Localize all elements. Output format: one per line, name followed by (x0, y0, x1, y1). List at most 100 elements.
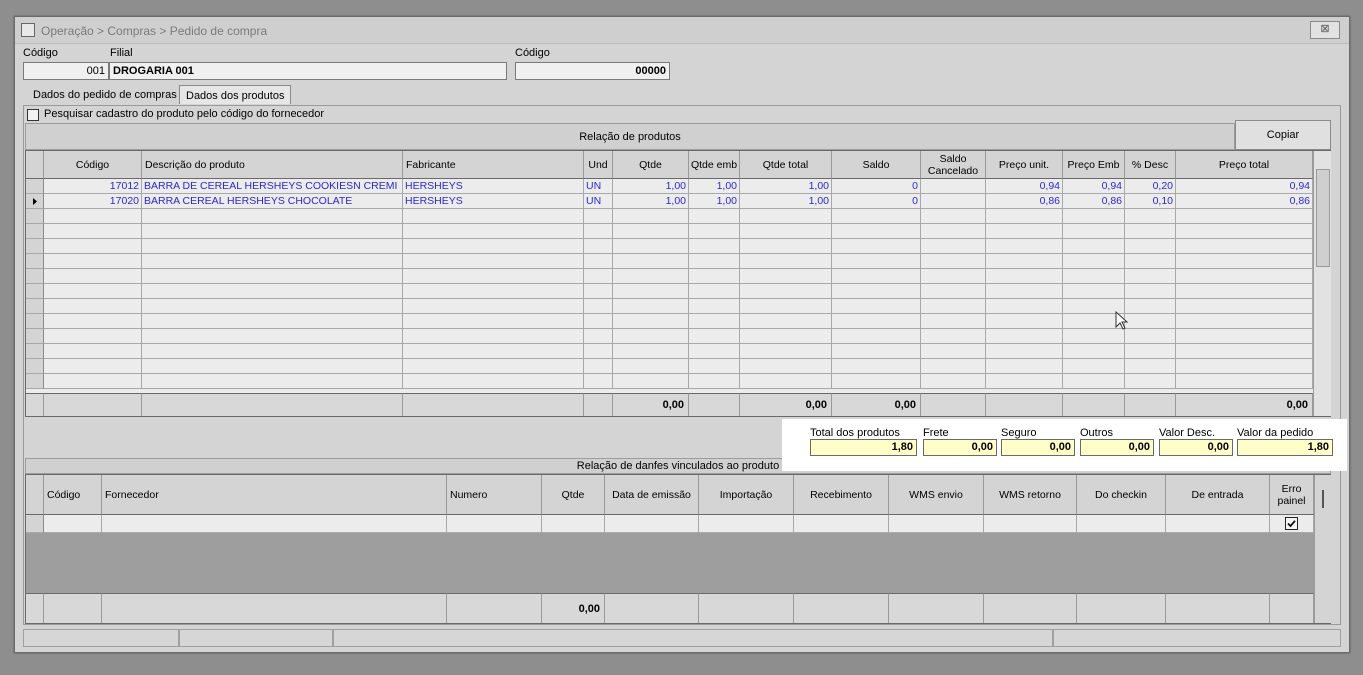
empty-cell[interactable] (1125, 299, 1176, 314)
total-produtos-field[interactable]: 1,80 (810, 439, 917, 456)
empty-cell[interactable] (689, 254, 740, 269)
empty-cell[interactable] (986, 374, 1063, 389)
column-header-preco-unit[interactable]: Preço unit. (986, 151, 1063, 179)
empty-cell[interactable] (584, 224, 613, 239)
empty-cell[interactable] (740, 269, 832, 284)
cell-codigo[interactable]: 17012 (44, 179, 142, 194)
row-indicator[interactable] (26, 254, 44, 269)
empty-cell[interactable] (584, 254, 613, 269)
valor-pedido-field[interactable]: 1,80 (1237, 439, 1333, 456)
empty-cell[interactable] (613, 224, 689, 239)
empty-cell[interactable] (986, 359, 1063, 374)
empty-cell[interactable] (689, 329, 740, 344)
close-button[interactable]: ⊠ (1310, 21, 1340, 39)
empty-cell[interactable] (689, 314, 740, 329)
empty-cell[interactable] (921, 254, 986, 269)
cell-qtde-total[interactable]: 1,00 (740, 194, 832, 209)
row-indicator[interactable] (26, 209, 44, 224)
row-indicator[interactable] (26, 314, 44, 329)
empty-cell[interactable] (986, 239, 1063, 254)
empty-cell[interactable] (142, 299, 403, 314)
empty-cell[interactable] (44, 359, 142, 374)
empty-cell[interactable] (1125, 314, 1176, 329)
empty-cell[interactable] (986, 344, 1063, 359)
row-indicator[interactable] (26, 194, 44, 209)
empty-cell[interactable] (1176, 374, 1313, 389)
danfe-column-header-7[interactable]: Recebimento (794, 475, 889, 515)
empty-cell[interactable] (613, 299, 689, 314)
tab-dados-pedido[interactable]: Dados do pedido de compras (27, 85, 183, 105)
empty-cell[interactable] (142, 209, 403, 224)
empty-cell[interactable] (1063, 359, 1125, 374)
empty-cell[interactable] (584, 269, 613, 284)
empty-cell[interactable] (740, 239, 832, 254)
empty-cell[interactable] (1176, 359, 1313, 374)
cell-codigo[interactable]: 17020 (44, 194, 142, 209)
empty-cell[interactable] (584, 284, 613, 299)
empty-cell[interactable] (740, 359, 832, 374)
empty-cell[interactable] (921, 344, 986, 359)
danfe-cell[interactable] (984, 515, 1077, 533)
empty-cell[interactable] (832, 209, 921, 224)
empty-cell[interactable] (613, 329, 689, 344)
empty-cell[interactable] (403, 344, 584, 359)
cell-qtde-total[interactable]: 1,00 (740, 179, 832, 194)
empty-cell[interactable] (1125, 269, 1176, 284)
empty-cell[interactable] (44, 269, 142, 284)
column-header-desc[interactable]: % Desc (1125, 151, 1176, 179)
cell-qtde[interactable]: 1,00 (613, 194, 689, 209)
row-indicator[interactable] (26, 359, 44, 374)
empty-cell[interactable] (613, 374, 689, 389)
empty-cell[interactable] (740, 329, 832, 344)
empty-cell[interactable] (740, 254, 832, 269)
empty-cell[interactable] (832, 239, 921, 254)
empty-cell[interactable] (689, 224, 740, 239)
cell-preco-emb[interactable]: 0,94 (1063, 179, 1125, 194)
danfe-cell[interactable] (889, 515, 984, 533)
danfe-cell[interactable] (1166, 515, 1270, 533)
empty-cell[interactable] (613, 314, 689, 329)
empty-cell[interactable] (921, 239, 986, 254)
column-header-fabricante[interactable]: Fabricante (403, 151, 584, 179)
empty-cell[interactable] (1176, 269, 1313, 284)
danfe-column-header-6[interactable]: Importação (699, 475, 794, 515)
empty-cell[interactable] (142, 359, 403, 374)
cell-saldo-cancelado[interactable] (921, 179, 986, 194)
danfe-column-header-5[interactable]: Data de emissão (605, 475, 699, 515)
column-header-preco-emb[interactable]: Preço Emb (1063, 151, 1125, 179)
cell-fabricante[interactable]: HERSHEYS (403, 179, 584, 194)
column-header-preco-total[interactable]: Preço total (1176, 151, 1313, 179)
danfe-column-header-2[interactable]: Fornecedor (102, 475, 447, 515)
empty-cell[interactable] (584, 359, 613, 374)
danfe-cell[interactable] (542, 515, 605, 533)
empty-cell[interactable] (689, 374, 740, 389)
cell-descricao[interactable]: BARRA CEREAL HERSHEYS CHOCOLATE (142, 194, 403, 209)
danfe-column-header-9[interactable]: WMS retorno (984, 475, 1077, 515)
cell-descricao[interactable]: BARRA DE CEREAL HERSHEYS COOKIESN CREMI (142, 179, 403, 194)
empty-cell[interactable] (403, 374, 584, 389)
empty-cell[interactable] (832, 374, 921, 389)
empty-cell[interactable] (1063, 329, 1125, 344)
copiar-button[interactable]: Copiar (1235, 120, 1331, 150)
empty-cell[interactable] (689, 209, 740, 224)
empty-cell[interactable] (613, 269, 689, 284)
cell-saldo[interactable]: 0 (832, 194, 921, 209)
frete-field[interactable]: 0,00 (923, 439, 997, 456)
empty-cell[interactable] (689, 359, 740, 374)
empty-cell[interactable] (142, 224, 403, 239)
empty-cell[interactable] (44, 344, 142, 359)
empty-cell[interactable] (740, 344, 832, 359)
empty-cell[interactable] (613, 344, 689, 359)
empty-cell[interactable] (1063, 284, 1125, 299)
empty-cell[interactable] (1125, 254, 1176, 269)
empty-cell[interactable] (1176, 284, 1313, 299)
empty-cell[interactable] (1176, 254, 1313, 269)
empty-cell[interactable] (403, 269, 584, 284)
row-indicator[interactable] (26, 179, 44, 194)
empty-cell[interactable] (832, 224, 921, 239)
empty-cell[interactable] (44, 374, 142, 389)
empty-cell[interactable] (1125, 359, 1176, 374)
empty-cell[interactable] (1063, 344, 1125, 359)
empty-cell[interactable] (584, 374, 613, 389)
cell-fabricante[interactable]: HERSHEYS (403, 194, 584, 209)
